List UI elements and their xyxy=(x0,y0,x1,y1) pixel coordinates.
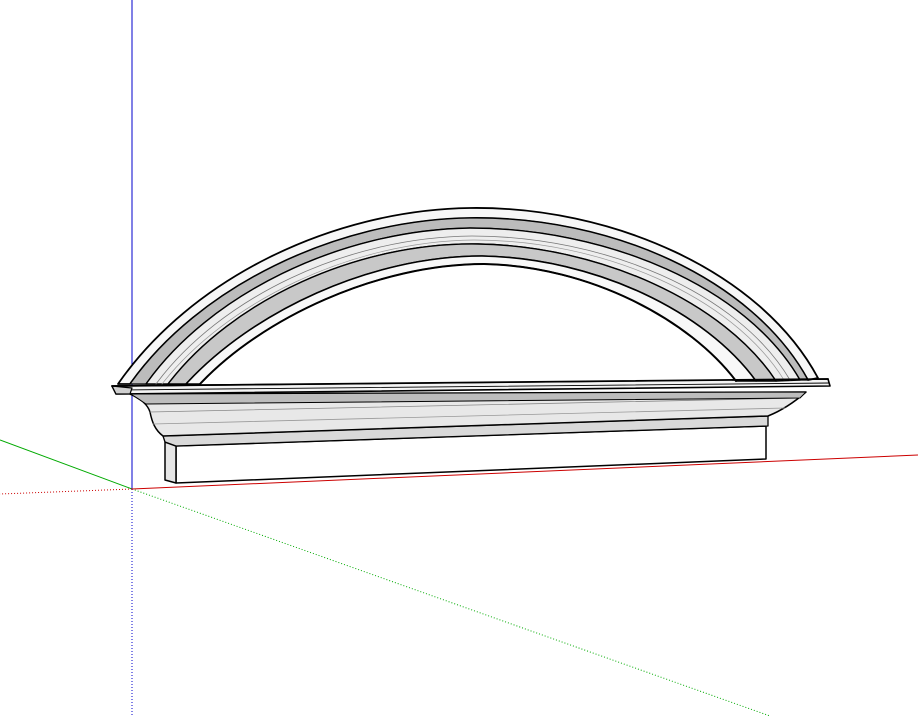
cornice-left-return[interactable] xyxy=(111,385,133,395)
green-axis-positive xyxy=(0,439,133,490)
red-axis-negative xyxy=(0,488,133,495)
segmental-arch[interactable] xyxy=(117,207,819,385)
modeling-viewport[interactable] xyxy=(0,0,918,716)
arched-pediment-model[interactable] xyxy=(111,207,831,484)
viewport-canvas[interactable] xyxy=(0,0,918,716)
green-axis-negative xyxy=(131,488,771,716)
base-block-side-face[interactable] xyxy=(164,441,177,484)
